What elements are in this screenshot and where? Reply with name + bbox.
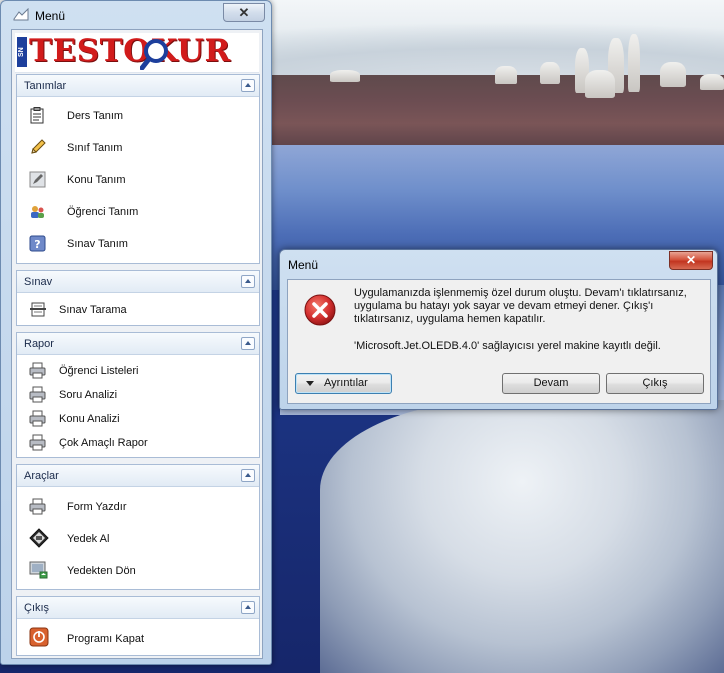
- collapse-icon[interactable]: [241, 275, 255, 288]
- continue-button[interactable]: Devam: [502, 373, 600, 394]
- menu-item-label: Öğrenci Tanım: [67, 206, 139, 218]
- menu-item-ders-tanim[interactable]: Ders Tanım: [29, 106, 249, 126]
- collapse-icon[interactable]: [241, 601, 255, 614]
- app-icon: [13, 8, 29, 21]
- details-button[interactable]: Ayrıntılar: [295, 373, 392, 394]
- printer-icon: [29, 410, 46, 427]
- clipboard-icon: [30, 107, 44, 124]
- dialog-title: Menü: [288, 258, 319, 272]
- menu-item-label: Sınav Tanım: [67, 238, 128, 250]
- pencil-icon: [31, 139, 46, 154]
- panel-header[interactable]: Rapor: [17, 333, 259, 355]
- users-icon: [31, 206, 44, 218]
- menu-item-label: Sınav Tarama: [59, 304, 127, 316]
- details-button-label: Ayrıntılar: [324, 377, 368, 389]
- collapse-icon[interactable]: [241, 337, 255, 350]
- menu-window-title: Menü: [35, 9, 66, 23]
- power-icon: [29, 627, 49, 647]
- menu-item-label: Form Yazdır: [67, 501, 127, 513]
- dialog-close-button[interactable]: ✕: [669, 251, 713, 270]
- error-message: Uygulamanızda işlenmemiş özel durum oluş…: [354, 287, 687, 325]
- menu-item-ogrenci-listeleri[interactable]: Öğrenci Listeleri: [29, 361, 249, 381]
- menu-item-form-yazdir[interactable]: Form Yazdır: [29, 497, 249, 517]
- menu-item-label: Programı Kapat: [67, 633, 145, 645]
- panel-title: Araçlar: [24, 470, 59, 482]
- menu-item-label: Sınıf Tanım: [67, 142, 123, 154]
- panel-header[interactable]: Tanımlar: [17, 75, 259, 97]
- panel-header[interactable]: Sınav: [17, 271, 259, 293]
- panel-tanimlar: Tanımlar Ders Tanım Sınıf Tanım Konu Tan…: [16, 74, 260, 264]
- svg-text:?: ?: [34, 238, 40, 251]
- menu-item-sinav-tarama[interactable]: Sınav Tarama: [29, 300, 249, 320]
- menu-item-label: Çok Amaçlı Rapor: [59, 437, 148, 449]
- printer-icon: [29, 362, 46, 379]
- menu-item-soru-analizi[interactable]: Soru Analizi: [29, 385, 249, 405]
- menu-item-label: Yedek Al: [67, 533, 110, 545]
- menu-item-label: Konu Tanım: [67, 174, 126, 186]
- panel-title: Rapor: [24, 338, 54, 350]
- menu-item-yedek-al[interactable]: Yedek Al: [29, 528, 249, 549]
- panel-header[interactable]: Çıkış: [17, 597, 259, 619]
- panel-title: Tanımlar: [24, 80, 67, 92]
- menu-item-konu-analizi[interactable]: Konu Analizi: [29, 409, 249, 429]
- menu-item-label: Soru Analizi: [59, 389, 118, 401]
- logo-side-text: SN: [17, 37, 27, 67]
- restore-icon: [29, 561, 48, 579]
- magnifier-icon: [140, 39, 168, 70]
- menu-item-label: Öğrenci Listeleri: [59, 365, 139, 377]
- collapse-icon[interactable]: [241, 469, 255, 482]
- menu-item-label: Konu Analizi: [59, 413, 120, 425]
- menu-item-ogrenci-tanim[interactable]: Öğrenci Tanım: [29, 202, 249, 222]
- panel-rapor: Rapor Öğrenci Listeleri Soru Analizi Kon…: [16, 332, 260, 458]
- menu-item-sinif-tanim[interactable]: Sınıf Tanım: [29, 138, 249, 158]
- menu-window: Menü ✕ SN TESTOKUR Tanımlar Ders Tanım S…: [0, 0, 272, 665]
- printer-icon: [29, 434, 46, 451]
- panel-title: Çıkış: [24, 602, 50, 614]
- testokur-logo: SN TESTOKUR: [15, 33, 259, 73]
- panel-cikis: Çıkış Programı Kapat: [16, 596, 260, 656]
- menu-item-konu-tanim[interactable]: Konu Tanım: [29, 170, 249, 190]
- printer-icon: [29, 386, 46, 403]
- help-icon: ?: [29, 235, 46, 252]
- menu-item-sinav-tanim[interactable]: ? Sınav Tanım: [29, 234, 249, 254]
- menu-item-programi-kapat[interactable]: Programı Kapat: [29, 627, 249, 649]
- quit-button[interactable]: Çıkış: [606, 373, 704, 394]
- panel-header[interactable]: Araçlar: [17, 465, 259, 487]
- menu-item-label: Yedekten Dön: [67, 565, 136, 577]
- error-icon: [304, 294, 336, 326]
- logo-text: TESTOKUR: [29, 33, 231, 69]
- error-dialog: Menü ✕ Uygulamanızda işlenmemiş özel dur…: [279, 249, 718, 410]
- collapse-icon[interactable]: [241, 79, 255, 92]
- backup-icon: [29, 528, 49, 548]
- panel-title: Sınav: [24, 276, 53, 288]
- panel-araclar: Araçlar Form Yazdır Yedek Al Yedekten Dö…: [16, 464, 260, 590]
- notebook-icon: [29, 171, 46, 188]
- menu-item-yedekten-don[interactable]: Yedekten Dön: [29, 561, 249, 581]
- menu-item-label: Ders Tanım: [67, 110, 124, 122]
- menu-item-cok-amacli-rapor[interactable]: Çok Amaçlı Rapor: [29, 433, 249, 453]
- printer-icon: [29, 498, 46, 515]
- panel-sinav: Sınav Sınav Tarama: [16, 270, 260, 326]
- menu-close-button[interactable]: ✕: [223, 3, 265, 22]
- menu-titlebar[interactable]: Menü ✕: [1, 1, 271, 29]
- dialog-body: Uygulamanızda işlenmemiş özel durum oluş…: [287, 279, 711, 404]
- chevron-down-icon: [306, 381, 314, 386]
- menu-content: SN TESTOKUR Tanımlar Ders Tanım Sınıf Ta…: [11, 29, 263, 659]
- error-detail: 'Microsoft.Jet.OLEDB.4.0' sağlayıcısı ye…: [354, 340, 661, 352]
- scanner-icon: [30, 302, 46, 317]
